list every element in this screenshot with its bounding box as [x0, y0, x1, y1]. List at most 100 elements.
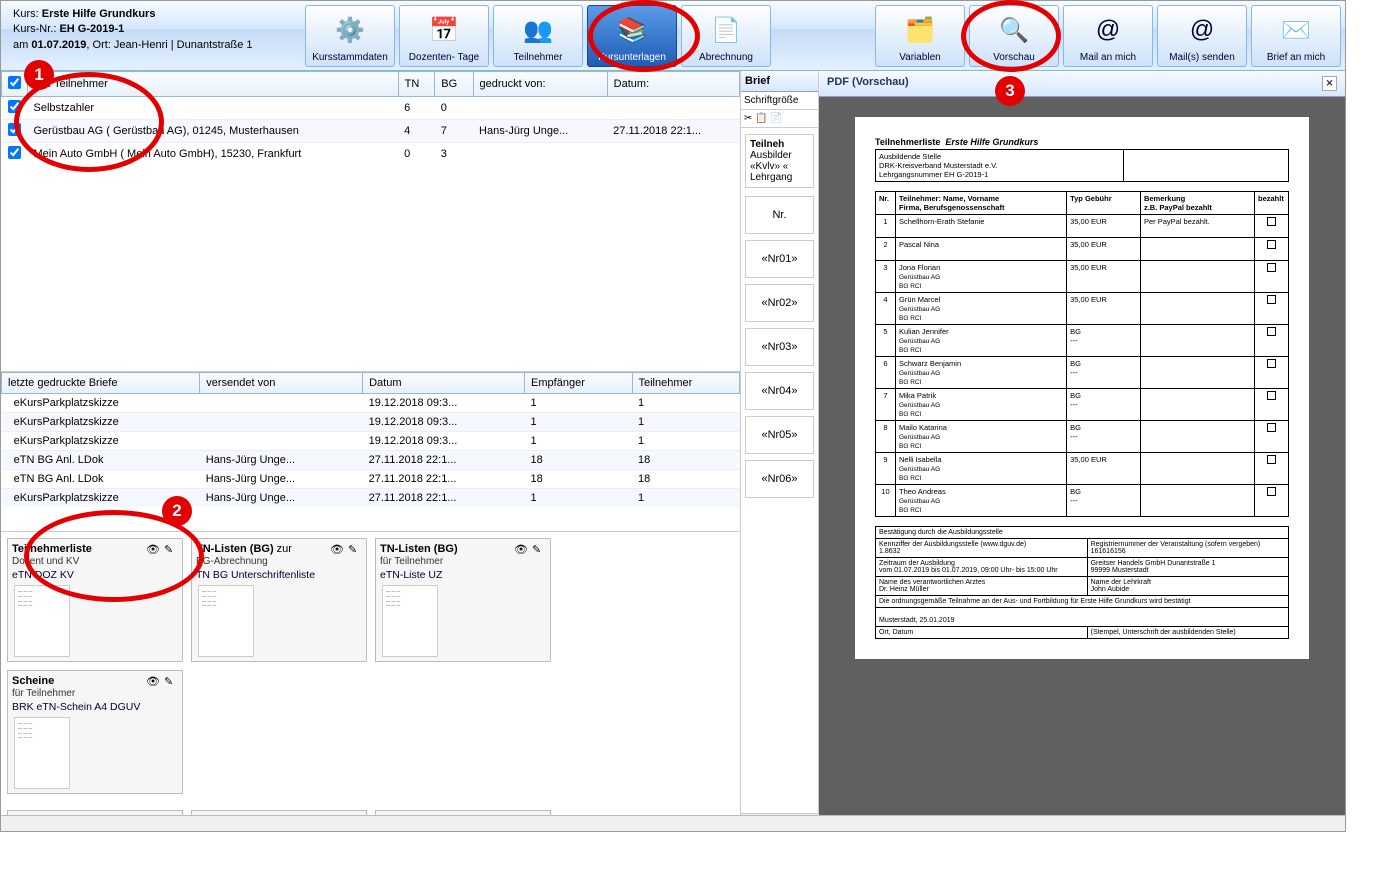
table-row[interactable]: eKursParkplatzskizze19.12.2018 09:3...11 [2, 413, 740, 432]
table-row[interactable]: Mein Auto GmbH ( Mein Auto GmbH), 15230,… [2, 143, 740, 166]
nr-cell: «Nr03» [745, 328, 814, 366]
doc-thumbnail[interactable]: — — —— — —— — —— — — [14, 717, 70, 789]
document-tiles: TeilnehmerlisteDozent und KV👁✎eTN DOZ KV… [1, 531, 740, 831]
table-row[interactable]: Gerüstbau AG ( Gerüstbau AG), 01245, Mus… [2, 120, 740, 143]
eye-icon[interactable]: 👁 [146, 675, 160, 689]
close-icon[interactable]: ✕ [1322, 76, 1337, 91]
toolbar-vorschau[interactable]: 🔍Vorschau [969, 5, 1059, 67]
edit-toolbar: ✂ 📋 📄 [741, 110, 818, 128]
scrollbar[interactable] [1, 815, 1345, 831]
doc-subtitle: Erste Hilfe Grundkurs [945, 137, 1038, 147]
pdf-footer-table: Bestätigung durch die Ausbildungsstelle … [875, 526, 1289, 639]
pencil-icon[interactable]: ✎ [348, 543, 362, 557]
doc-link[interactable]: eTN-Liste UZ [380, 569, 546, 581]
mail-an-mich-icon: @ [1091, 16, 1125, 50]
pdf-row: 2Pascal Nina35,00 EUR [876, 238, 1289, 261]
col-header[interactable]: alle Teilnehmer [28, 72, 399, 97]
toolbar-mails-senden[interactable]: @Mail(s) senden [1157, 5, 1247, 67]
col-header[interactable]: Datum [363, 373, 525, 394]
table-row[interactable]: Selbstzahler60 [2, 97, 740, 120]
pdf-preview-panel: PDF (Vorschau) ✕ Teilnehmerliste Erste H… [819, 71, 1345, 831]
toolbar-dozenten-tage[interactable]: 📅Dozenten- Tage [399, 5, 489, 67]
pdf-row: 1Schellhorn-Erath Stefanie35,00 EURPer P… [876, 215, 1289, 238]
col-header[interactable]: letzte gedruckte Briefe [2, 373, 200, 394]
eye-icon[interactable]: 👁 [514, 543, 528, 557]
doc-tile[interactable]: TN-Listen (BG)für Teilnehmer👁✎eTN-Liste … [375, 538, 551, 662]
paid-checkbox [1267, 359, 1276, 368]
label: Lehrgang [750, 172, 792, 183]
doc-link[interactable]: TN BG Unterschriftenliste [196, 569, 362, 581]
paid-checkbox [1267, 327, 1276, 336]
course-location: Jean-Henri | Dunantstraße 1 [114, 39, 253, 51]
pdf-participant-table: Nr.Teilnehmer: Name, VornameFirma, Beruf… [875, 191, 1289, 517]
pencil-icon[interactable]: ✎ [164, 543, 178, 557]
group-name: Gerüstbau AG ( Gerüstbau AG), 01245, Mus… [28, 120, 399, 143]
col-header[interactable] [2, 72, 28, 97]
toolbar-kursunterlagen[interactable]: 📚Kursunterlagen [587, 5, 677, 67]
pdf-page: Teilnehmerliste Erste Hilfe Grundkurs Au… [855, 117, 1309, 659]
doc-link[interactable]: eTN DOZ KV [12, 569, 178, 581]
pencil-icon[interactable]: ✎ [164, 675, 178, 689]
dozenten-tage-icon: 📅 [427, 16, 461, 50]
tn-count: 6 [398, 97, 435, 120]
doc-thumbnail[interactable]: — — —— — —— — —— — — [14, 585, 70, 657]
toolbar-brief-an-mich[interactable]: ✉️Brief an mich [1251, 5, 1341, 67]
course-date: 01.07.2019 [31, 39, 86, 51]
toolbar-label: Variablen [899, 52, 941, 63]
doc-tile[interactable]: Scheinefür Teilnehmer👁✎BRK eTN-Schein A4… [7, 670, 183, 794]
row-checkbox[interactable] [8, 100, 21, 113]
eye-icon[interactable]: 👁 [330, 543, 344, 557]
doc-thumbnail[interactable]: — — —— — —— — —— — — [198, 585, 254, 657]
toolbar-mail-an-mich[interactable]: @Mail an mich [1063, 5, 1153, 67]
pencil-icon[interactable]: ✎ [532, 543, 546, 557]
toolbar-label: Kursstammdaten [312, 52, 388, 63]
participants-groups-table: alle TeilnehmerTNBGgedruckt von:Datum: S… [1, 71, 740, 165]
col-header[interactable]: TN [398, 72, 435, 97]
label: Kurs-Nr.: [13, 23, 56, 35]
eye-icon[interactable]: 👁 [146, 543, 160, 557]
toolbar: ⚙️Kursstammdaten📅Dozenten- Tage👥Teilnehm… [301, 1, 1345, 70]
toolbar-abrechnung[interactable]: 📄Abrechnung [681, 5, 771, 67]
printed-by: Hans-Jürg Unge... [473, 120, 607, 143]
row-checkbox[interactable] [8, 123, 21, 136]
pdf-row: 5Kulian JenniferGerüstbau AGBG RCIBG--- [876, 325, 1289, 357]
col-header[interactable]: BG [435, 72, 473, 97]
table-row[interactable]: eKursParkplatzskizzeHans-Jürg Unge...27.… [2, 489, 740, 508]
doc-thumbnail[interactable]: — — —— — —— — —— — — [382, 585, 438, 657]
col-header[interactable]: gedruckt von: [473, 72, 607, 97]
toolbar-kursstammdaten[interactable]: ⚙️Kursstammdaten [305, 5, 395, 67]
printed-date: 27.11.2018 22:1... [607, 120, 739, 143]
course-name: Erste Hilfe Grundkurs [42, 8, 156, 20]
table-row[interactable]: eKursParkplatzskizze19.12.2018 09:3...11 [2, 394, 740, 413]
nr-header: Nr. [745, 196, 814, 234]
col-header[interactable]: Teilnehmer [632, 373, 740, 394]
left-panel: alle TeilnehmerTNBGgedruckt von:Datum: S… [1, 71, 741, 831]
table-row[interactable]: eTN BG Anl. LDokHans-Jürg Unge...27.11.2… [2, 470, 740, 489]
label: Teilneh [750, 139, 784, 150]
toolbar-teilnehmer[interactable]: 👥Teilnehmer [493, 5, 583, 67]
row-checkbox[interactable] [8, 146, 21, 159]
font-size-label: Schriftgröße [741, 92, 818, 110]
toolbar-label: Brief an mich [1267, 52, 1325, 63]
pdf-row: 10Theo AndreasGerüstbau AGBG RCIBG--- [876, 485, 1289, 517]
printed-by [473, 143, 607, 166]
table-row[interactable]: eKursParkplatzskizze19.12.2018 09:3...11 [2, 432, 740, 451]
col-header[interactable]: versendet von [200, 373, 363, 394]
pdf-viewport[interactable]: Teilnehmerliste Erste Hilfe Grundkurs Au… [819, 97, 1345, 831]
col-header[interactable]: Datum: [607, 72, 739, 97]
lg-number: EH G-2019-1 [944, 170, 988, 179]
doc-tile[interactable]: TN-Listen (BG) zurBG-Abrechnung👁✎TN BG U… [191, 538, 367, 662]
col-header[interactable]: Empfänger [525, 373, 632, 394]
label: Lehrgangsnummer [879, 170, 942, 179]
doc-link[interactable]: BRK eTN-Schein A4 DGUV [12, 701, 178, 713]
table-row[interactable]: eTN BG Anl. LDokHans-Jürg Unge...27.11.2… [2, 451, 740, 470]
toolbar-label: Abrechnung [699, 52, 753, 63]
toolbar-variablen[interactable]: 🗂️Variablen [875, 5, 965, 67]
paid-checkbox [1267, 391, 1276, 400]
doc-tile[interactable]: TeilnehmerlisteDozent und KV👁✎eTN DOZ KV… [7, 538, 183, 662]
brief-tab[interactable]: Brief [741, 71, 818, 92]
tn-count: 4 [398, 120, 435, 143]
select-all-checkbox[interactable] [8, 76, 21, 89]
mails-senden-icon: @ [1185, 16, 1219, 50]
doc-title: Teilnehmerliste [875, 137, 940, 147]
